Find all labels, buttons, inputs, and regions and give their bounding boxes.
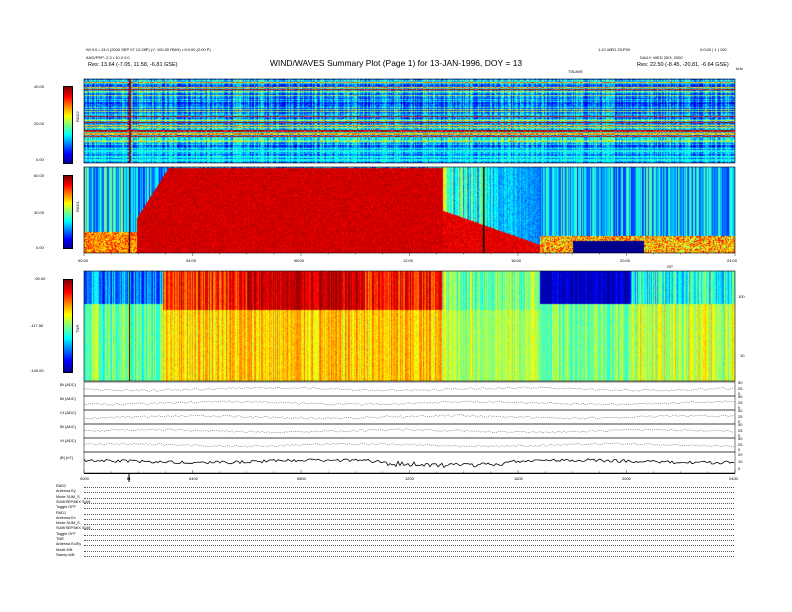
line-panel-frame <box>83 423 736 439</box>
line-trace <box>83 414 735 420</box>
line-trace <box>83 386 735 392</box>
rad2-frame <box>83 78 736 164</box>
line-panel-frame <box>83 437 736 453</box>
tnr-frame <box>83 270 736 382</box>
plot-frames <box>83 78 736 482</box>
rad1-frame <box>83 166 736 254</box>
line-trace <box>83 458 735 469</box>
line-trace <box>83 442 735 448</box>
line-trace <box>83 428 735 434</box>
line-panel-frame <box>83 395 736 411</box>
line-trace <box>84 400 735 406</box>
line-panel-frame <box>83 381 736 397</box>
bottom-axis <box>84 473 735 474</box>
